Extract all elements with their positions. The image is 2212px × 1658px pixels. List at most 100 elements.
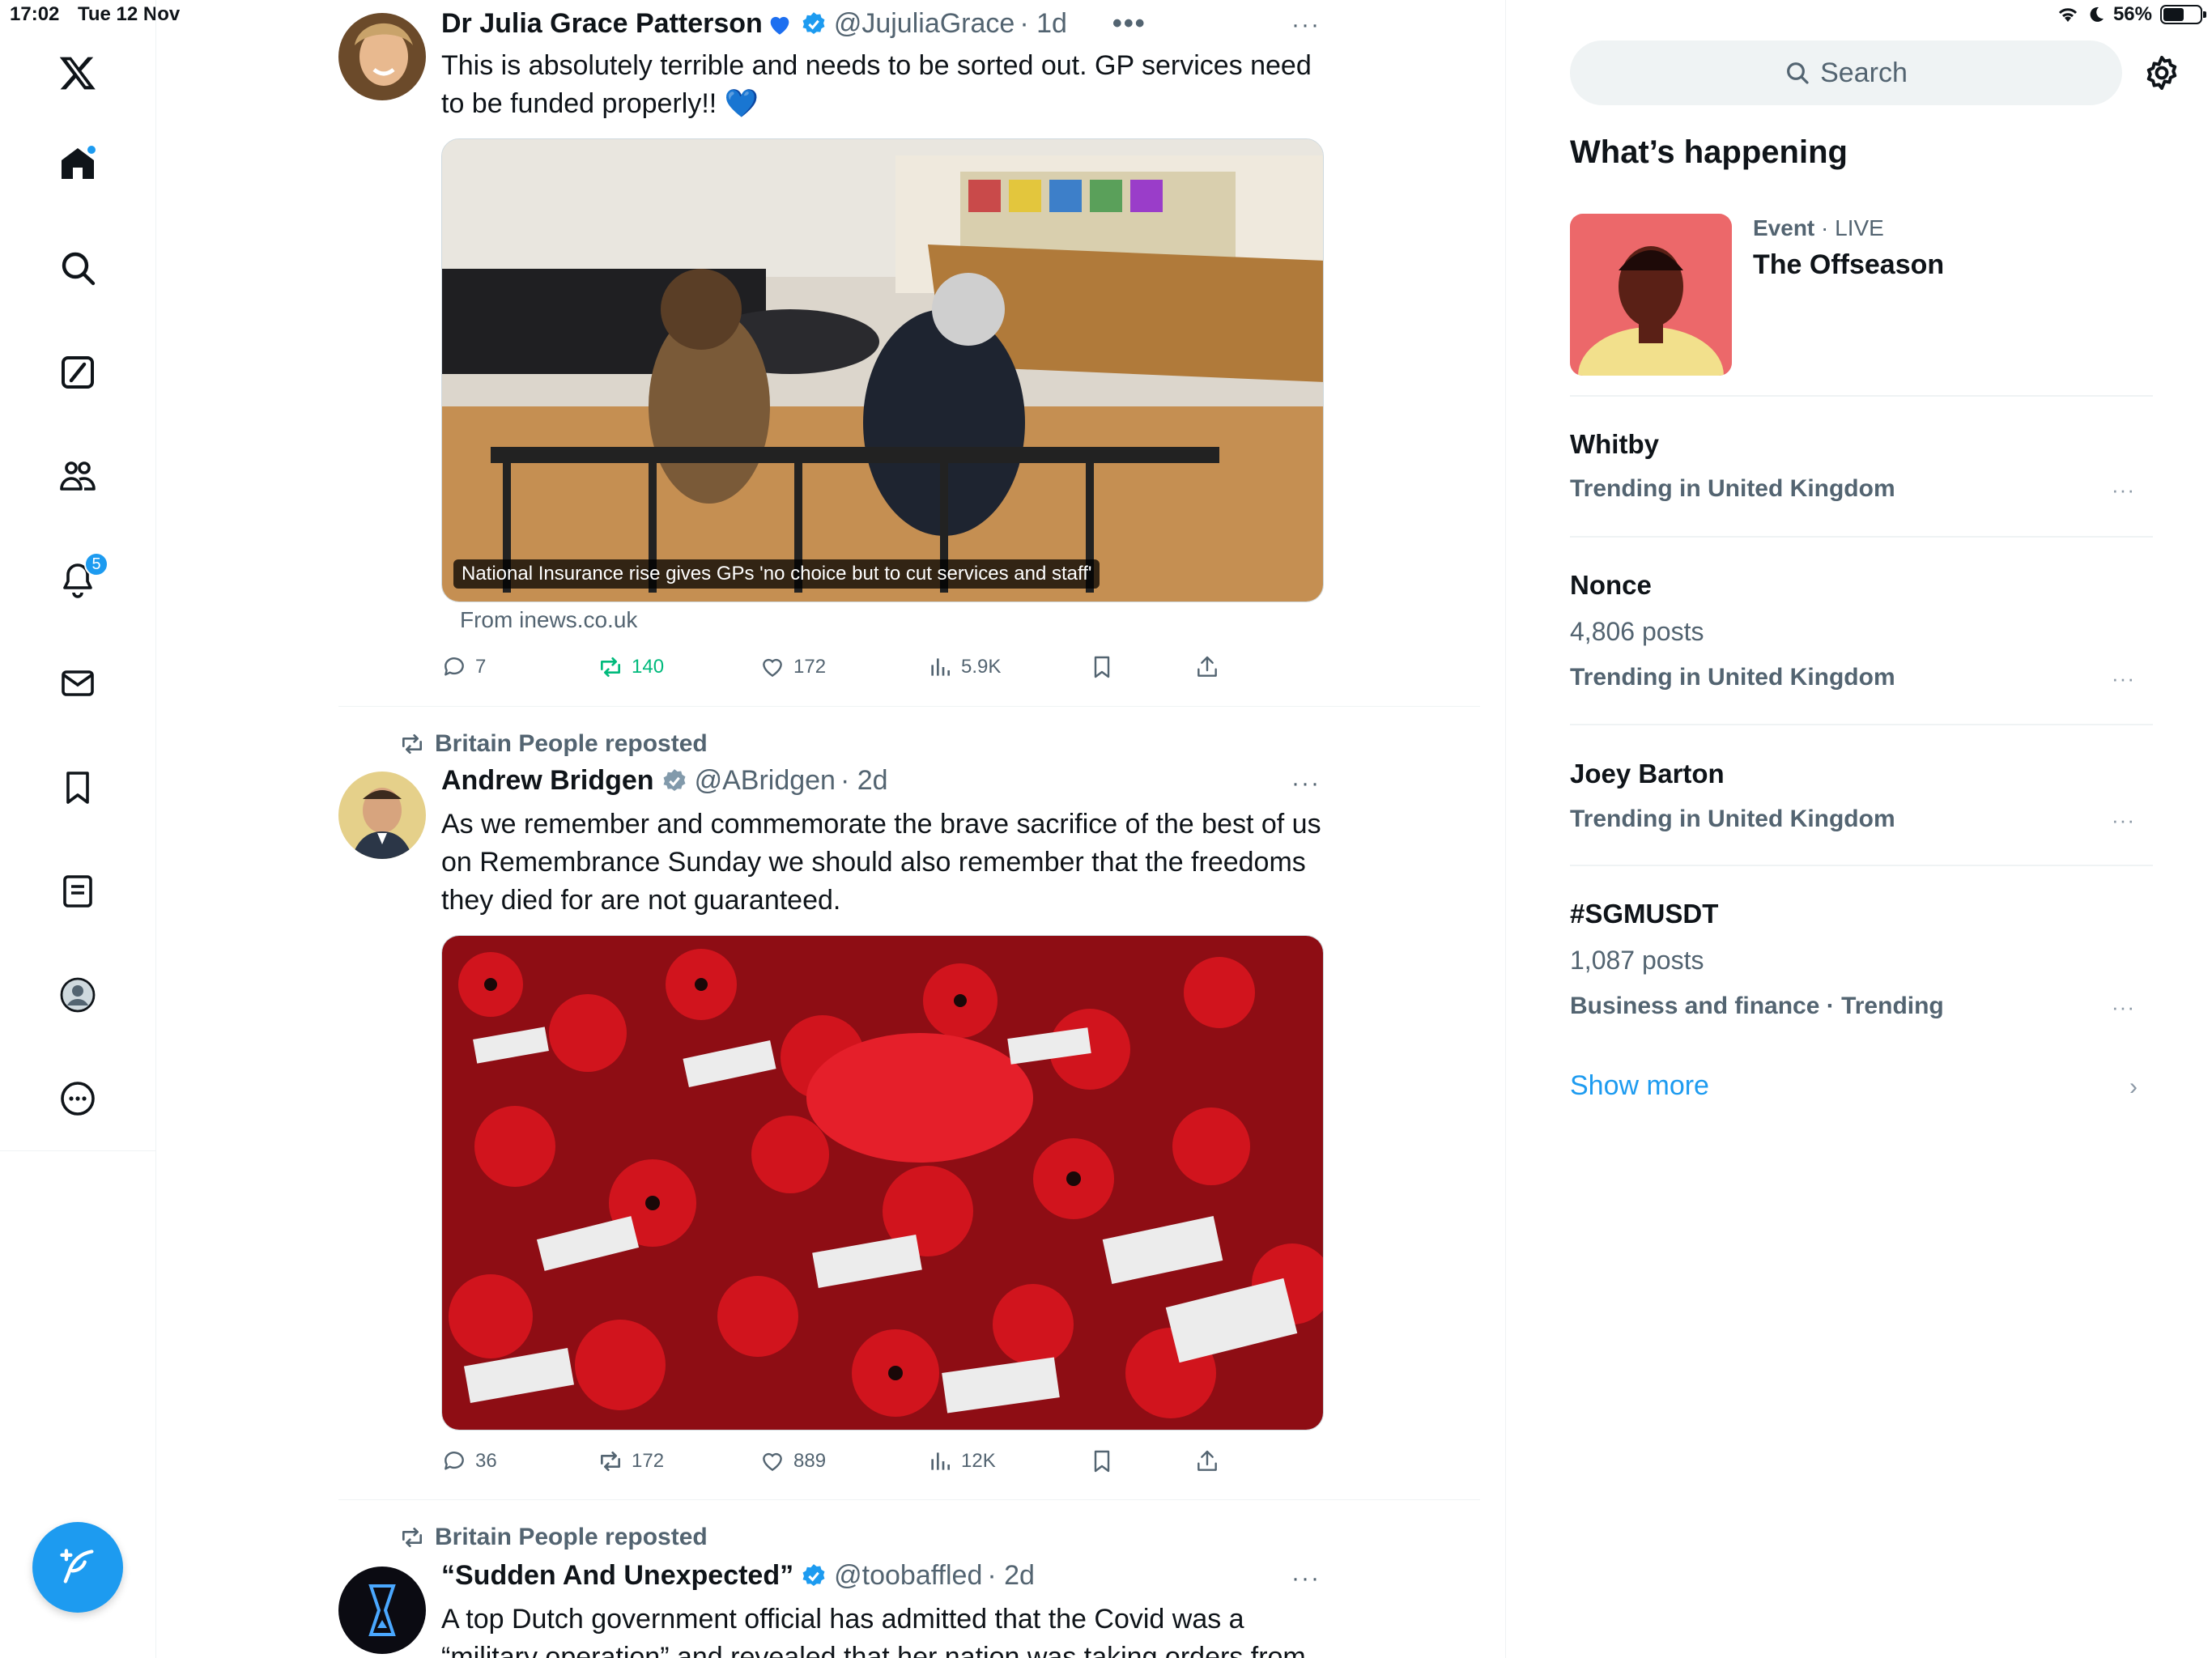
bookmark-button[interactable] bbox=[1089, 649, 1115, 685]
author-name[interactable]: Dr Julia Grace Patterson bbox=[441, 8, 763, 40]
tweet-header: “Sudden And Unexpected” @toobaffled · 2d bbox=[441, 1560, 1035, 1592]
share-button[interactable] bbox=[1194, 1443, 1220, 1479]
tweet-time[interactable]: · 2d bbox=[987, 1560, 1035, 1592]
tweet-actions: 36 172 889 12K bbox=[441, 1443, 1332, 1479]
views-button[interactable]: 5.9K bbox=[927, 649, 1001, 685]
reply-button[interactable]: 7 bbox=[441, 649, 486, 685]
trend-post-count: 4,806 posts bbox=[1570, 617, 1704, 646]
right-sidebar: Search What’s happening Event · LIVE The… bbox=[1506, 0, 2212, 1658]
tweet-more-icon[interactable]: ··· bbox=[1288, 11, 1324, 38]
trend-more-icon[interactable]: ··· bbox=[2112, 808, 2144, 833]
tweet-media-image[interactable]: National Insurance rise gives GPs 'no ch… bbox=[441, 138, 1324, 602]
repost-button[interactable]: 140 bbox=[598, 649, 664, 685]
search-icon[interactable] bbox=[53, 244, 102, 292]
repost-button[interactable]: 172 bbox=[598, 1443, 664, 1479]
heart-icon bbox=[763, 1452, 782, 1472]
bookmarks-icon[interactable] bbox=[53, 763, 102, 812]
author-handle[interactable]: @JujuliaGrace bbox=[834, 8, 1015, 40]
repost-icon bbox=[601, 657, 620, 677]
like-button[interactable]: 889 bbox=[759, 1443, 826, 1479]
share-button[interactable] bbox=[1194, 649, 1220, 685]
views-chart-icon bbox=[931, 1452, 950, 1470]
reply-count: 7 bbox=[475, 656, 487, 678]
bookmark-icon bbox=[1094, 656, 1110, 678]
tweet-actions: 7 140 172 5.9K bbox=[441, 649, 1332, 685]
trend-more-icon[interactable]: ··· bbox=[2112, 666, 2144, 691]
x-logo-icon[interactable] bbox=[53, 49, 102, 97]
reply-icon bbox=[445, 657, 464, 676]
settings-gear-icon[interactable] bbox=[2142, 53, 2181, 92]
chevron-right-icon: › bbox=[2129, 1073, 2138, 1100]
poppy-wreath-photo bbox=[442, 936, 1323, 1430]
notifications-bell-icon[interactable]: 5 bbox=[53, 552, 108, 604]
more-options-icon[interactable] bbox=[53, 1074, 102, 1123]
author-handle[interactable]: @ABridgen bbox=[695, 765, 836, 797]
views-button[interactable]: 12K bbox=[927, 1443, 996, 1479]
trend-title[interactable]: Whitby bbox=[1570, 429, 1659, 460]
timeline-feed: Dr Julia Grace Patterson @JujuliaGrace ·… bbox=[156, 0, 1506, 1658]
tweet-time[interactable]: · 2d bbox=[840, 765, 888, 797]
trend-title[interactable]: Joey Barton bbox=[1570, 759, 1725, 789]
grok-icon[interactable] bbox=[53, 348, 102, 397]
repost-indicator[interactable]: Britain People reposted bbox=[399, 730, 708, 758]
author-handle[interactable]: @toobaffled bbox=[834, 1560, 982, 1592]
communities-icon[interactable] bbox=[53, 452, 102, 500]
event-status: · LIVE bbox=[1821, 215, 1884, 240]
tweet-divider bbox=[338, 1499, 1480, 1500]
repost-count: 140 bbox=[632, 656, 665, 678]
repost-indicator[interactable]: Britain People reposted bbox=[399, 1524, 708, 1551]
search-input[interactable]: Search bbox=[1570, 40, 2122, 105]
left-navigation: 5 bbox=[0, 0, 156, 1658]
views-count: 12K bbox=[961, 1450, 996, 1472]
tweet-header: Dr Julia Grace Patterson @JujuliaGrace ·… bbox=[441, 8, 1146, 40]
share-icon bbox=[1197, 1450, 1217, 1471]
home-icon[interactable] bbox=[53, 139, 102, 188]
tweet-text: As we remember and commemorate the brave… bbox=[441, 809, 1321, 916]
avatar[interactable] bbox=[338, 1567, 426, 1654]
verified-badge-icon bbox=[802, 1563, 825, 1586]
link-source[interactable]: From inews.co.uk bbox=[460, 607, 637, 633]
reply-icon bbox=[445, 1452, 464, 1470]
trend-more-icon[interactable]: ··· bbox=[2112, 995, 2144, 1020]
tweet-media-image[interactable] bbox=[441, 935, 1324, 1431]
trend-divider bbox=[1570, 724, 2153, 725]
compose-post-button[interactable] bbox=[32, 1522, 123, 1613]
media-caption: National Insurance rise gives GPs 'no ch… bbox=[453, 559, 1100, 589]
verified-badge-icon bbox=[663, 768, 686, 791]
repost-icon bbox=[402, 1528, 422, 1547]
top-more-dots-icon: ••• bbox=[1112, 8, 1146, 39]
event-thumbnail[interactable] bbox=[1570, 214, 1732, 376]
trend-post-count: 1,087 posts bbox=[1570, 946, 1704, 975]
waiting-room-photo bbox=[442, 139, 1323, 602]
messages-envelope-icon[interactable] bbox=[53, 659, 102, 708]
trend-context: Business and finance · Trending bbox=[1570, 993, 1944, 1019]
avatar[interactable] bbox=[338, 13, 426, 100]
tweet-header: Andrew Bridgen @ABridgen · 2d bbox=[441, 765, 888, 797]
lists-icon[interactable] bbox=[53, 867, 102, 916]
author-name[interactable]: Andrew Bridgen bbox=[441, 765, 654, 797]
tweet-more-icon[interactable]: ··· bbox=[1288, 1565, 1324, 1592]
show-more-link[interactable]: Show more bbox=[1570, 1070, 1709, 1102]
search-placeholder: Search bbox=[1820, 57, 1908, 88]
event-title[interactable]: The Offseason bbox=[1753, 249, 1944, 281]
nav-divider bbox=[0, 1150, 156, 1151]
trend-more-icon[interactable]: ··· bbox=[2112, 478, 2144, 503]
avatar[interactable] bbox=[338, 772, 426, 859]
notifications-badge: 5 bbox=[84, 552, 108, 576]
tweet-text: A top Dutch government official has admi… bbox=[441, 1604, 1306, 1658]
blue-heart-emoji-icon bbox=[770, 16, 789, 35]
verified-badge-icon bbox=[802, 11, 825, 34]
trend-title[interactable]: Nonce bbox=[1570, 570, 1652, 601]
profile-avatar-icon[interactable] bbox=[53, 971, 102, 1019]
repost-icon bbox=[402, 734, 422, 754]
trend-context: Trending in United Kingdom bbox=[1570, 664, 1895, 691]
bookmark-button[interactable] bbox=[1089, 1443, 1115, 1479]
reply-button[interactable]: 36 bbox=[441, 1443, 497, 1479]
author-name[interactable]: “Sudden And Unexpected” bbox=[441, 1560, 793, 1592]
tweet-time[interactable]: · 1d bbox=[1019, 8, 1067, 40]
tweet-more-icon[interactable]: ··· bbox=[1288, 770, 1324, 797]
like-button[interactable]: 172 bbox=[759, 649, 826, 685]
trend-title[interactable]: #SGMUSDT bbox=[1570, 899, 1718, 929]
heart-icon bbox=[763, 658, 782, 678]
trend-divider bbox=[1570, 395, 2153, 397]
